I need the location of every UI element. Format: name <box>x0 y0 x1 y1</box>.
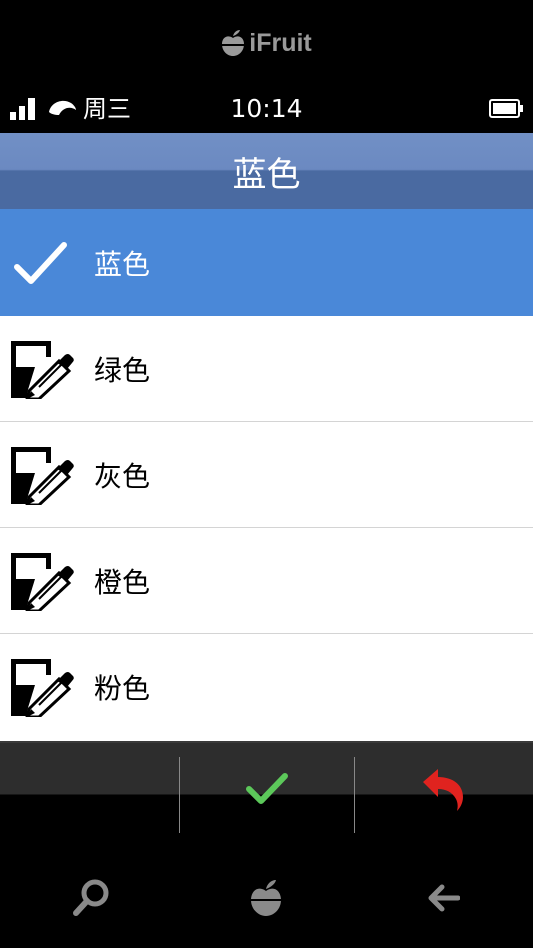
list-item-pink[interactable]: 粉色 <box>0 634 533 740</box>
back-button[interactable] <box>413 872 473 924</box>
page-title: 蓝色 <box>232 154 301 195</box>
list-item-blue[interactable]: 蓝色 <box>0 209 533 316</box>
list-item-orange[interactable]: 橙色 <box>0 528 533 634</box>
list-item-green[interactable]: 绿色 <box>0 316 533 422</box>
ifruit-logo-icon <box>222 30 245 56</box>
action-bar <box>0 741 533 835</box>
edit-icon <box>11 552 74 611</box>
list-item-label: 蓝色 <box>94 247 151 281</box>
search-button[interactable] <box>61 872 121 924</box>
check-icon <box>246 773 288 804</box>
brand-logo: iFruit <box>0 26 533 60</box>
list-item-label: 灰色 <box>94 459 151 493</box>
checkmark-icon <box>14 241 67 284</box>
edit-icon <box>11 446 74 505</box>
list-item-gray[interactable]: 灰色 <box>0 422 533 528</box>
edit-icon <box>11 659 74 717</box>
list-item-label: 橙色 <box>94 565 151 599</box>
undo-button[interactable] <box>355 743 533 835</box>
brand-name: iFruit <box>249 28 312 57</box>
status-time: 10:14 <box>230 94 303 123</box>
confirm-button[interactable] <box>180 743 354 835</box>
home-button[interactable] <box>236 872 296 924</box>
bottom-nav <box>0 846 533 948</box>
undo-icon <box>423 769 463 811</box>
color-list: 蓝色 绿色 灰色 橙色 粉色 <box>0 209 533 741</box>
search-icon <box>73 879 109 916</box>
ifruit-home-icon <box>251 880 281 916</box>
edit-icon <box>11 340 74 399</box>
status-bar: 周三 10:14 <box>0 92 533 128</box>
list-item-label: 绿色 <box>94 353 151 387</box>
list-item-label: 粉色 <box>94 672 151 705</box>
back-arrow-icon <box>428 884 460 912</box>
battery-icon <box>489 99 523 118</box>
page-title-bar: 蓝色 <box>0 133 533 209</box>
